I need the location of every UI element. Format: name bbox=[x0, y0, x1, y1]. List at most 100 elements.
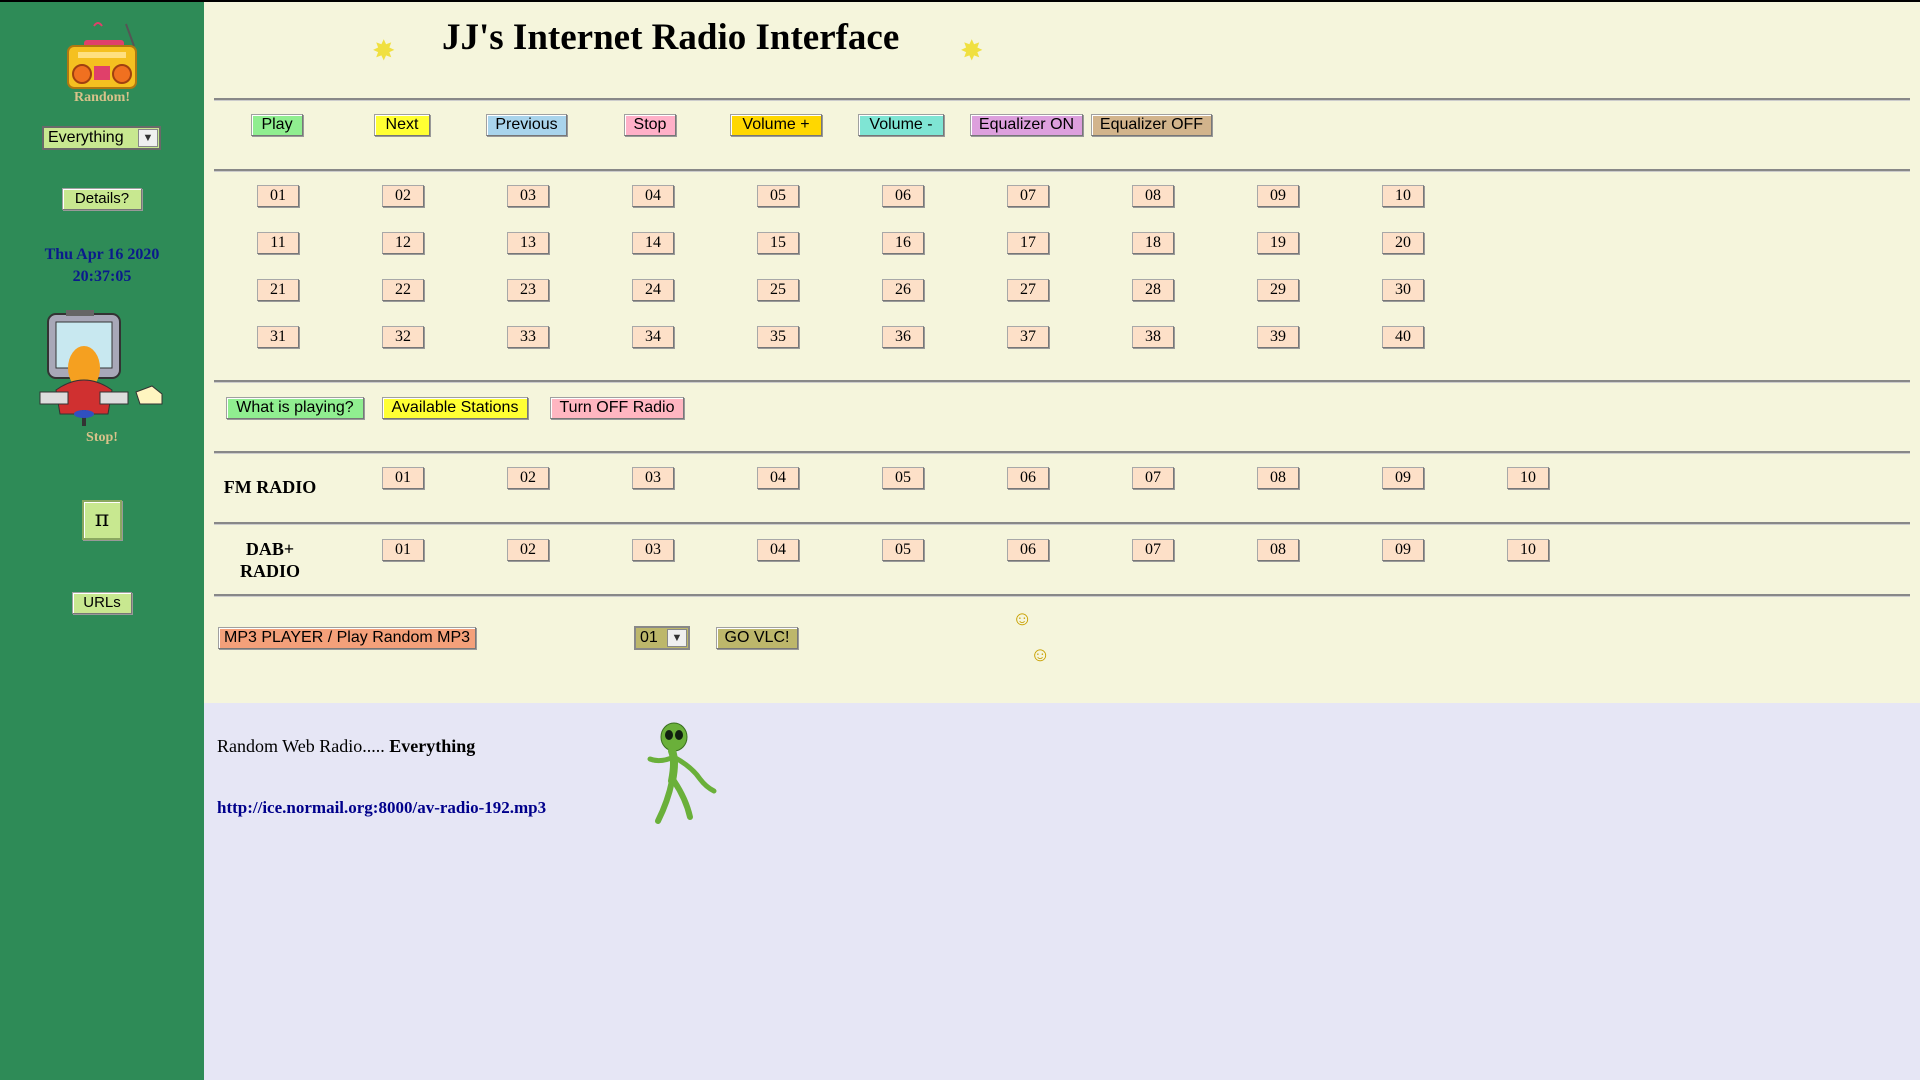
dab-station-button[interactable]: 09 bbox=[1382, 539, 1424, 561]
dab-label-line2: RADIO bbox=[239, 561, 300, 581]
chevron-down-icon: ▼ bbox=[667, 629, 687, 647]
station-button[interactable]: 38 bbox=[1132, 326, 1174, 348]
station-button[interactable]: 02 bbox=[382, 185, 424, 207]
control-button-equalizer-on[interactable]: Equalizer ON bbox=[970, 114, 1083, 136]
fm-station-button[interactable]: 03 bbox=[632, 467, 674, 489]
fm-station-button[interactable]: 10 bbox=[1507, 467, 1549, 489]
control-button-stop[interactable]: Stop bbox=[624, 114, 676, 136]
fm-station-button[interactable]: 04 bbox=[757, 467, 799, 489]
control-button-equalizer-off[interactable]: Equalizer OFF bbox=[1091, 114, 1212, 136]
station-button[interactable]: 22 bbox=[382, 279, 424, 301]
dab-station-button[interactable]: 06 bbox=[1007, 539, 1049, 561]
station-button[interactable]: 30 bbox=[1382, 279, 1424, 301]
station-button[interactable]: 39 bbox=[1257, 326, 1299, 348]
pi-button[interactable]: π bbox=[82, 500, 122, 540]
track-select-value: 01 bbox=[640, 629, 658, 646]
dab-station-button[interactable]: 02 bbox=[507, 539, 549, 561]
control-button-volume[interactable]: Volume + bbox=[730, 114, 822, 136]
station-button[interactable]: 31 bbox=[257, 326, 299, 348]
stream-url-link[interactable]: http://ice.normail.org:8000/av-radio-192… bbox=[217, 798, 546, 818]
station-button[interactable]: 27 bbox=[1007, 279, 1049, 301]
station-button[interactable]: 34 bbox=[632, 326, 674, 348]
fm-station-button[interactable]: 09 bbox=[1382, 467, 1424, 489]
control-button-next[interactable]: Next bbox=[374, 114, 430, 136]
category-select[interactable]: Everything ▼ bbox=[42, 126, 161, 150]
station-button[interactable]: 12 bbox=[382, 232, 424, 254]
station-button[interactable]: 08 bbox=[1132, 185, 1174, 207]
station-button[interactable]: 11 bbox=[257, 232, 299, 254]
control-button-previous[interactable]: Previous bbox=[486, 114, 567, 136]
station-button[interactable]: 23 bbox=[507, 279, 549, 301]
stop-caption[interactable]: Stop! bbox=[0, 430, 204, 446]
track-select[interactable]: 01 ▼ bbox=[634, 626, 690, 650]
divider bbox=[214, 169, 1910, 172]
dab-label-line1: DAB+ bbox=[245, 539, 295, 559]
divider bbox=[214, 380, 1910, 383]
station-button[interactable]: 21 bbox=[257, 279, 299, 301]
main-panel: ✸ JJ's Internet Radio Interface ✸ FM RAD… bbox=[204, 2, 1920, 703]
dab-station-button[interactable]: 03 bbox=[632, 539, 674, 561]
station-button[interactable]: 05 bbox=[757, 185, 799, 207]
station-button[interactable]: 25 bbox=[757, 279, 799, 301]
station-button[interactable]: 03 bbox=[507, 185, 549, 207]
fm-station-button[interactable]: 02 bbox=[507, 467, 549, 489]
station-button[interactable]: 01 bbox=[257, 185, 299, 207]
action-button-what-is-playing[interactable]: What is playing? bbox=[226, 397, 364, 419]
station-button[interactable]: 14 bbox=[632, 232, 674, 254]
station-button[interactable]: 09 bbox=[1257, 185, 1299, 207]
dab-station-button[interactable]: 04 bbox=[757, 539, 799, 561]
fm-station-button[interactable]: 05 bbox=[882, 467, 924, 489]
computer-user-icon[interactable] bbox=[36, 310, 170, 428]
dab-station-button[interactable]: 07 bbox=[1132, 539, 1174, 561]
control-button-volume[interactable]: Volume - bbox=[858, 114, 944, 136]
station-button[interactable]: 33 bbox=[507, 326, 549, 348]
details-button[interactable]: Details? bbox=[62, 188, 142, 210]
station-button[interactable]: 15 bbox=[757, 232, 799, 254]
fm-station-button[interactable]: 06 bbox=[1007, 467, 1049, 489]
urls-button[interactable]: URLs bbox=[72, 592, 132, 614]
station-button[interactable]: 16 bbox=[882, 232, 924, 254]
dab-station-button[interactable]: 10 bbox=[1507, 539, 1549, 561]
divider bbox=[214, 522, 1910, 525]
station-button[interactable]: 36 bbox=[882, 326, 924, 348]
station-button[interactable]: 19 bbox=[1257, 232, 1299, 254]
station-button[interactable]: 10 bbox=[1382, 185, 1424, 207]
station-button[interactable]: 07 bbox=[1007, 185, 1049, 207]
divider bbox=[214, 98, 1910, 101]
action-button-turn-off-radio[interactable]: Turn OFF Radio bbox=[550, 397, 684, 419]
station-button[interactable]: 04 bbox=[632, 185, 674, 207]
dab-station-button[interactable]: 05 bbox=[882, 539, 924, 561]
action-button-available-stations[interactable]: Available Stations bbox=[382, 397, 528, 419]
time-text: 20:37:05 bbox=[72, 268, 132, 285]
now-playing-text: Random Web Radio..... Everything bbox=[217, 736, 475, 757]
date-text: Thu Apr 16 2020 bbox=[44, 246, 160, 263]
station-button[interactable]: 37 bbox=[1007, 326, 1049, 348]
station-button[interactable]: 20 bbox=[1382, 232, 1424, 254]
station-button[interactable]: 32 bbox=[382, 326, 424, 348]
radio-icon[interactable] bbox=[64, 18, 140, 92]
smiley-icon: ☺ bbox=[1012, 608, 1033, 630]
station-button[interactable]: 29 bbox=[1257, 279, 1299, 301]
divider bbox=[214, 451, 1910, 454]
mp3-player-button[interactable]: MP3 PLAYER / Play Random MP3 bbox=[218, 627, 476, 649]
station-button[interactable]: 18 bbox=[1132, 232, 1174, 254]
now-playing-panel: Random Web Radio..... Everything http://… bbox=[204, 703, 1920, 1080]
station-button[interactable]: 35 bbox=[757, 326, 799, 348]
station-button[interactable]: 40 bbox=[1382, 326, 1424, 348]
fm-station-button[interactable]: 01 bbox=[382, 467, 424, 489]
fm-station-button[interactable]: 08 bbox=[1257, 467, 1299, 489]
station-button[interactable]: 28 bbox=[1132, 279, 1174, 301]
go-vlc-button[interactable]: GO VLC! bbox=[716, 627, 798, 649]
dab-station-button[interactable]: 08 bbox=[1257, 539, 1299, 561]
fm-station-button[interactable]: 07 bbox=[1132, 467, 1174, 489]
random-caption[interactable]: Random! bbox=[0, 90, 204, 106]
station-button[interactable]: 26 bbox=[882, 279, 924, 301]
station-button[interactable]: 24 bbox=[632, 279, 674, 301]
station-button[interactable]: 13 bbox=[507, 232, 549, 254]
now-playing-prefix: Random Web Radio..... bbox=[217, 736, 385, 756]
chevron-down-icon: ▼ bbox=[138, 129, 158, 147]
dab-station-button[interactable]: 01 bbox=[382, 539, 424, 561]
control-button-play[interactable]: Play bbox=[251, 114, 303, 136]
station-button[interactable]: 06 bbox=[882, 185, 924, 207]
station-button[interactable]: 17 bbox=[1007, 232, 1049, 254]
